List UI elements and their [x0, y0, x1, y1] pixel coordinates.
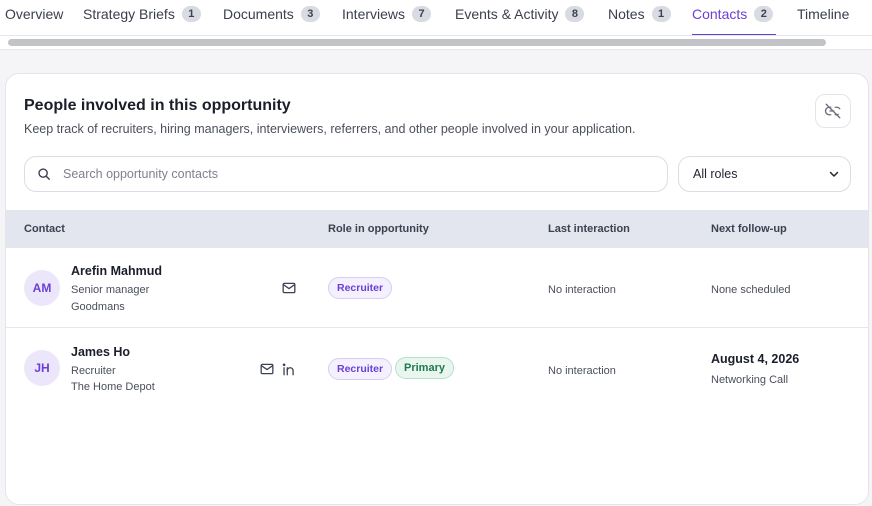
- column-header-last-interaction[interactable]: Last interaction: [548, 210, 630, 248]
- contact-name[interactable]: James Ho: [71, 345, 130, 359]
- tab-notes[interactable]: Notes 1: [608, 0, 671, 35]
- tab-count-badge: 1: [181, 6, 201, 22]
- scrollbar-thumb[interactable]: [8, 39, 826, 46]
- contacts-card: People involved in this opportunity Keep…: [5, 73, 869, 505]
- tab-label: Contacts: [692, 6, 748, 22]
- column-header-role[interactable]: Role in opportunity: [328, 210, 429, 248]
- tab-label: Events & Activity: [455, 6, 559, 22]
- contact-company: The Home Depot: [71, 381, 155, 393]
- column-header-contact[interactable]: Contact: [24, 210, 65, 248]
- search-box[interactable]: [24, 156, 668, 192]
- tab-strategy-briefs[interactable]: Strategy Briefs 1: [83, 0, 201, 35]
- linkedin-icon: [282, 362, 294, 375]
- avatar: JH: [24, 350, 60, 386]
- mail-icon: [260, 363, 274, 375]
- role-badge-recruiter: Recruiter: [328, 358, 393, 380]
- tab-contacts[interactable]: Contacts 2: [692, 0, 774, 35]
- tab-events-activity[interactable]: Events & Activity 8: [455, 0, 585, 35]
- search-icon: [38, 168, 50, 180]
- role-filter-value: All roles: [693, 167, 738, 181]
- role-badge-primary: Primary: [395, 357, 454, 379]
- tab-label: Timeline: [797, 6, 850, 22]
- next-followup-date: August 4, 2026: [711, 352, 800, 366]
- contact-company: Goodmans: [71, 301, 125, 313]
- contact-name[interactable]: Arefin Mahmud: [71, 264, 162, 278]
- tab-timeline[interactable]: Timeline: [797, 0, 850, 35]
- column-header-next-followup[interactable]: Next follow-up: [711, 210, 787, 248]
- tab-label: Documents: [223, 6, 294, 22]
- table-row[interactable]: JH James Ho Recruiter The Home Depot Rec…: [6, 328, 868, 408]
- divider: [0, 49, 872, 50]
- tab-overview[interactable]: Overview: [5, 0, 64, 35]
- email-button[interactable]: [281, 281, 297, 295]
- tab-count-badge: 7: [412, 6, 432, 22]
- tab-label: Overview: [5, 6, 64, 22]
- contact-title: Recruiter: [71, 365, 116, 377]
- card-title: People involved in this opportunity: [24, 97, 291, 114]
- role-filter-select[interactable]: All roles: [678, 156, 851, 192]
- next-followup: None scheduled: [711, 284, 791, 296]
- email-button[interactable]: [259, 362, 275, 376]
- search-input[interactable]: [63, 167, 623, 181]
- chevron-down-icon: [829, 171, 839, 177]
- tab-count-badge: 8: [565, 6, 585, 22]
- contact-title: Senior manager: [71, 284, 150, 296]
- tab-interviews[interactable]: Interviews 7: [342, 0, 432, 35]
- tab-label: Interviews: [342, 6, 406, 22]
- tab-bar: Overview Strategy Briefs 1 Documents 3 I…: [0, 0, 872, 36]
- last-interaction: No interaction: [548, 284, 616, 296]
- tab-documents[interactable]: Documents 3: [223, 0, 320, 35]
- tab-count-badge: 1: [651, 6, 671, 22]
- role-badge-recruiter: Recruiter: [328, 277, 393, 299]
- tab-count-badge: 2: [754, 6, 774, 22]
- avatar: AM: [24, 270, 60, 306]
- table-row[interactable]: AM Arefin Mahmud Senior manager Goodmans…: [6, 248, 868, 328]
- tab-count-badge: 3: [300, 6, 320, 22]
- mail-icon: [282, 282, 296, 294]
- link-contact-button[interactable]: [815, 94, 851, 128]
- table-header: Contact Role in opportunity Last interac…: [6, 210, 868, 248]
- last-interaction: No interaction: [548, 365, 616, 377]
- next-followup-type: Networking Call: [711, 374, 789, 386]
- card-subtitle: Keep track of recruiters, hiring manager…: [24, 122, 636, 136]
- tab-label: Notes: [608, 6, 645, 22]
- linkedin-button[interactable]: [281, 362, 297, 376]
- tab-label: Strategy Briefs: [83, 6, 175, 22]
- link-icon: [824, 103, 841, 119]
